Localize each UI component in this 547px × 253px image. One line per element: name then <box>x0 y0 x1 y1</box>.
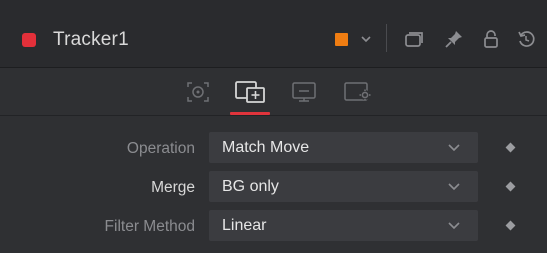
tab-settings[interactable] <box>340 74 376 110</box>
keyframe-diamond-icon[interactable] <box>505 142 516 153</box>
chevron-down-icon <box>448 183 460 191</box>
merge-label: Merge <box>151 179 195 196</box>
chevron-down-icon <box>448 144 460 152</box>
filter-method-label: Filter Method <box>104 218 195 235</box>
active-tab-indicator <box>230 112 270 115</box>
chevron-down-icon <box>448 222 460 230</box>
operation-label: Operation <box>126 140 195 157</box>
operation-select[interactable]: Match Move <box>209 132 478 163</box>
tracker-target-icon <box>187 82 209 102</box>
tab-tracker[interactable] <box>180 74 216 110</box>
lock-icon[interactable] <box>479 28 503 50</box>
inspector-panel: Tracker1 Operation Match Move Merge BG o… <box>0 0 547 253</box>
settings-icon <box>344 82 371 101</box>
pin-icon[interactable] <box>442 28 466 50</box>
version-chevron-icon[interactable] <box>358 28 374 50</box>
reset-icon[interactable] <box>514 28 538 50</box>
tab-display[interactable] <box>286 74 322 110</box>
tool-active-dot[interactable] <box>22 33 36 47</box>
color-swatch-fill <box>334 32 348 46</box>
keyframe-diamond-icon[interactable] <box>505 220 516 231</box>
filter-method-row: Filter Method Linear <box>0 210 547 244</box>
filter-method-value: Linear <box>222 217 267 234</box>
header-divider <box>386 24 387 52</box>
tab-operation[interactable] <box>232 74 268 110</box>
tool-title: Tracker1 <box>53 29 129 50</box>
filter-method-select[interactable]: Linear <box>209 210 478 241</box>
window-icon[interactable] <box>402 28 426 50</box>
operation-value: Match Move <box>222 139 310 156</box>
keyframe-diamond-icon[interactable] <box>505 181 516 192</box>
inspector-tabs <box>0 68 547 116</box>
merge-select[interactable]: BG only <box>209 171 478 202</box>
display-icon <box>292 82 316 102</box>
tool-header[interactable]: Tracker1 <box>0 0 547 68</box>
operation-row: Operation Match Move <box>0 132 547 166</box>
operation-icon <box>235 81 265 103</box>
merge-row: Merge BG only <box>0 171 547 205</box>
color-swatch[interactable] <box>333 28 349 50</box>
merge-value: BG only <box>222 178 279 195</box>
